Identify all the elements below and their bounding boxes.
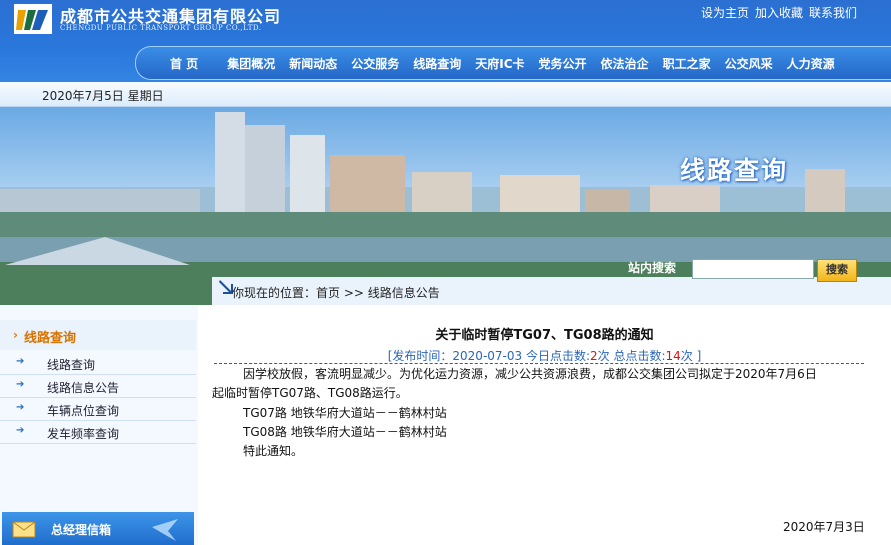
nav-item-news[interactable]: 新闻动态 [282,55,344,72]
main-nav: 首 页 集团概况 新闻动态 公交服务 线路查询 天府IC卡 党务公开 依法治企 … [135,46,891,80]
route-line-tg08: TG08路 地铁华府大道站－－鹤林村站 [243,424,447,439]
top-links: 设为主页 加入收藏 联系我们 [701,4,857,21]
nav-item-ic-card[interactable]: 天府IC卡 [468,55,531,72]
meta-suffix: 次 ] [680,349,702,363]
sidebar-item-vehicle-location[interactable]: ➔ 车辆点位查询 [0,398,196,421]
nav-item-hr[interactable]: 人力资源 [780,55,842,72]
sidebar-item-label: 发车频率查询 [47,427,120,441]
today-clicks: 2 [590,349,598,363]
sidebar-heading-label: 线路查询 [24,331,77,346]
search-button[interactable]: 搜索 [817,259,857,282]
article-panel: 关于临时暂停TG07、TG08路的通知 [发布时间：2020-07-03 今日点… [198,305,891,545]
arrow-right-icon: ➔ [16,356,25,367]
article-paragraph-cont: 起临时暂停TG07路、TG08路运行。 [212,386,408,401]
nav-item-party-affairs[interactable]: 党务公开 [532,55,594,72]
article-title: 关于临时暂停TG07、TG08路的通知 [435,328,654,343]
contact-us-link[interactable]: 联系我们 [809,4,857,21]
sidebar-item-departure-frequency[interactable]: ➔ 发车频率查询 [0,421,196,444]
arrow-right-icon: ➔ [16,425,25,436]
article-paragraph: 因学校放假，客流明显减少。为优化运力资源，减少公共资源浪费，成都公交集团公司拟定… [243,367,817,381]
nav-item-staff-home[interactable]: 职工之家 [656,55,718,72]
location-arrow-icon [219,280,233,294]
divider [214,363,864,364]
arrow-right-icon: ➔ [16,379,25,390]
nav-item-bus-service[interactable]: 公交服务 [344,55,406,72]
date-bar: 2020年7月5日 星期日 [0,82,891,107]
sidebar-item-label: 线路信息公告 [47,381,120,395]
gm-mailbox-label: 总经理信箱 [51,523,112,537]
nav-item-route-query[interactable]: 线路查询 [406,55,468,72]
arrow-right-icon: ➔ [16,402,25,413]
meta-published: [发布时间：2020-07-03 今日点击数: [387,349,590,363]
set-homepage-link[interactable]: 设为主页 [701,4,749,21]
envelope-icon [12,521,36,538]
logo-icon [14,4,52,34]
org-name-en: CHENGDU PUBLIC TRANSPORT GROUP CO.,LTD. [60,24,262,32]
article-body: 因学校放假，客流明显减少。为优化运力资源，减少公共资源浪费，成都公交集团公司拟定… [212,365,872,461]
nav-item-legal[interactable]: 依法治企 [594,55,656,72]
article-meta: [发布时间：2020-07-03 今日点击数:2次 总点击数:14次 ] [198,347,891,364]
banner-title: 线路查询 [680,156,789,185]
sidebar-item-label: 车辆点位查询 [47,404,120,418]
nav-item-style[interactable]: 公交风采 [718,55,780,72]
meta-total-label: 次 总点击数: [597,349,666,363]
nav-item-group-overview[interactable]: 集团概况 [220,55,282,72]
article-date: 2020年7月3日 [783,520,865,534]
route-line-tg07: TG07路 地铁华府大道站－－鹤林村站 [243,405,447,420]
sidebar: › 线路查询 ➔ 线路查询 ➔ 线路信息公告 ➔ 车辆点位查询 ➔ 发车频率查询 [0,305,198,545]
bird-icon [152,519,178,541]
banner: 线路查询 站内搜索 搜索 [0,107,891,305]
search-label: 站内搜索 [628,261,677,275]
chevron-right-icon: › [13,328,18,342]
sidebar-item-label: 线路查询 [47,358,96,372]
site-search-input[interactable] [692,259,814,279]
article-closing: 特此通知。 [243,444,304,459]
breadcrumb: 你现在的位置：首页 >> 线路信息公告 [232,286,440,300]
sidebar-item-route-notices[interactable]: ➔ 线路信息公告 [0,375,196,398]
sidebar-heading: › 线路查询 [0,320,196,350]
nav-item-home[interactable]: 首 页 [136,55,220,72]
add-favorite-link[interactable]: 加入收藏 [755,4,803,21]
sidebar-item-route-query[interactable]: ➔ 线路查询 [0,352,196,375]
current-date: 2020年7月5日 星期日 [42,89,164,103]
total-clicks: 14 [665,349,681,363]
gm-mailbox-button[interactable]: 总经理信箱 [2,512,194,545]
